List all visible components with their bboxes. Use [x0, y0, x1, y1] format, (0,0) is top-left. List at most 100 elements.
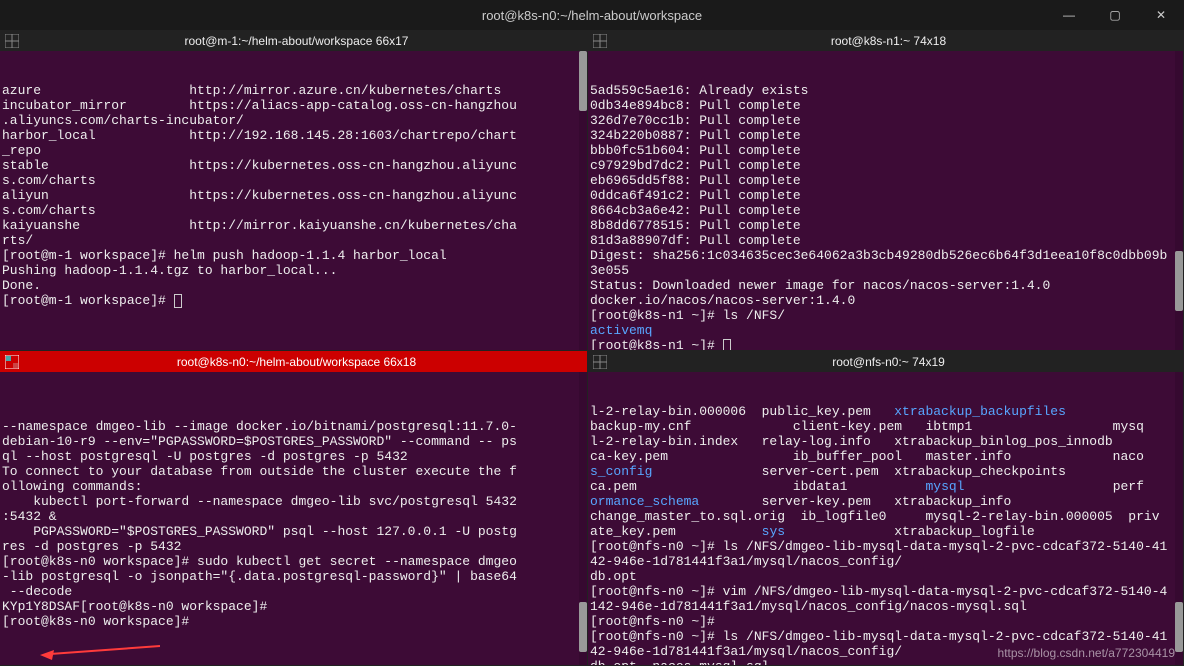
tab-title: root@k8s-n1:~ 74x18 — [614, 34, 1183, 48]
terminal-line: 324b220b0887: Pull complete — [590, 128, 1181, 143]
terminal-line: 8664cb3a6e42: Pull complete — [590, 203, 1181, 218]
terminal-line: PGPASSWORD="$POSTGRES_PASSWORD" psql --h… — [2, 524, 585, 539]
terminal-line: 5ad559c5ae16: Already exists — [590, 83, 1181, 98]
scrollbar[interactable] — [579, 51, 587, 350]
terminal-line: s_config server-cert.pem xtrabackup_chec… — [590, 464, 1181, 479]
terminal-line: _repo — [2, 143, 585, 158]
terminal-line: Pushing hadoop-1.1.4.tgz to harbor_local… — [2, 263, 585, 278]
terminal-line: 0ddca6f491c2: Pull complete — [590, 188, 1181, 203]
watermark: https://blog.csdn.net/a772304419 — [998, 646, 1175, 661]
terminal-line: ate_key.pem sys xtrabackup_logfile — [590, 524, 1181, 539]
cursor — [723, 339, 731, 350]
terminal-line: kaiyuanshe http://mirror.kaiyuanshe.cn/k… — [2, 218, 585, 233]
terminal-line: :5432 & — [2, 509, 585, 524]
terminal-line: ca-key.pem ib_buffer_pool master.info na… — [590, 449, 1181, 464]
terminal-line: l-2-relay-bin.index relay-log.info xtrab… — [590, 434, 1181, 449]
terminal-bottom-left[interactable]: --namespace dmgeo-lib --image docker.io/… — [0, 372, 587, 665]
pane-split-icon — [590, 352, 610, 372]
pane-grid: root@m-1:~/helm-about/workspace 66x17 az… — [0, 30, 1184, 666]
terminal-line: aliyun https://kubernetes.oss-cn-hangzho… — [2, 188, 585, 203]
annotation-arrow — [40, 644, 160, 660]
terminal-line: azure http://mirror.azure.cn/kubernetes/… — [2, 83, 585, 98]
terminal-line: 3e055 — [590, 263, 1181, 278]
scrollbar[interactable] — [579, 372, 587, 665]
pane-split-icon — [2, 31, 22, 51]
terminal-line: --decode — [2, 584, 585, 599]
terminal-line: [root@k8s-n0 workspace]# — [2, 614, 585, 629]
terminal-line: bbb0fc51b604: Pull complete — [590, 143, 1181, 158]
tab-title: root@k8s-n0:~/helm-about/workspace 66x18 — [26, 355, 587, 369]
terminal-line: kubectl port-forward --namespace dmgeo-l… — [2, 494, 585, 509]
terminal-line: debian-10-r9 --env="PGPASSWORD=$POSTGRES… — [2, 434, 585, 449]
terminal-top-left[interactable]: azure http://mirror.azure.cn/kubernetes/… — [0, 51, 587, 350]
terminal-line: [root@m-1 workspace]# — [2, 293, 585, 308]
terminal-line: [root@nfs-n0 ~]# — [590, 614, 1181, 629]
terminal-line: To connect to your database from outside… — [2, 464, 585, 479]
scroll-thumb[interactable] — [1175, 602, 1183, 652]
tab-bottom-left[interactable]: root@k8s-n0:~/helm-about/workspace 66x18 — [0, 351, 587, 372]
terminal-line: KYp1Y8DSAF[root@k8s-n0 workspace]# — [2, 599, 585, 614]
terminal-line: 8b8dd6778515: Pull complete — [590, 218, 1181, 233]
terminal-line: ormance_schema server-key.pem xtrabackup… — [590, 494, 1181, 509]
terminal-line: [root@k8s-n1 ~]# ls /NFS/ — [590, 308, 1181, 323]
terminal-line: activemq — [590, 323, 1181, 338]
terminal-line: l-2-relay-bin.000006 public_key.pem xtra… — [590, 404, 1181, 419]
terminal-line: docker.io/nacos/nacos-server:1.4.0 — [590, 293, 1181, 308]
terminal-line: s.com/charts — [2, 203, 585, 218]
scroll-thumb[interactable] — [579, 602, 587, 652]
terminal-line: [root@k8s-n0 workspace]# sudo kubectl ge… — [2, 554, 585, 569]
terminal-line: c97929bd7dc2: Pull complete — [590, 158, 1181, 173]
pane-split-icon — [590, 31, 610, 51]
terminal-line: Digest: sha256:1c034635cec3e64062a3b3cb4… — [590, 248, 1181, 263]
terminal-line: incubator_mirror https://aliacs-app-cata… — [2, 98, 585, 113]
terminal-line: harbor_local http://192.168.145.28:1603/… — [2, 128, 585, 143]
terminal-line: Done. — [2, 278, 585, 293]
pane-bottom-right: root@nfs-n0:~ 74x19 l-2-relay-bin.000006… — [588, 351, 1184, 666]
window-title: root@k8s-n0:~/helm-about/workspace — [482, 8, 702, 23]
pane-top-right: root@k8s-n1:~ 74x18 5ad559c5ae16: Alread… — [588, 30, 1184, 351]
terminal-line: res -d postgres -p 5432 — [2, 539, 585, 554]
terminal-line: 81d3a88907df: Pull complete — [590, 233, 1181, 248]
cursor — [174, 294, 182, 308]
terminal-line: 0db34e894bc8: Pull complete — [590, 98, 1181, 113]
tab-top-left[interactable]: root@m-1:~/helm-about/workspace 66x17 — [0, 30, 587, 51]
terminal-line: [root@k8s-n1 ~]# — [590, 338, 1181, 350]
pane-top-left: root@m-1:~/helm-about/workspace 66x17 az… — [0, 30, 588, 351]
terminal-line: backup-my.cnf client-key.pem ibtmp1 mysq — [590, 419, 1181, 434]
terminal-line: db.opt — [590, 569, 1181, 584]
terminal-line: change_master_to.sql.orig ib_logfile0 my… — [590, 509, 1181, 524]
terminal-line: 42-946e-1d781441f3a1/mysql/nacos_config/ — [590, 554, 1181, 569]
tab-title: root@nfs-n0:~ 74x19 — [614, 355, 1183, 369]
terminal-line: 326d7e70cc1b: Pull complete — [590, 113, 1181, 128]
terminal-line: Status: Downloaded newer image for nacos… — [590, 278, 1181, 293]
window-buttons: — ▢ ✕ — [1046, 0, 1184, 30]
tab-top-right[interactable]: root@k8s-n1:~ 74x18 — [588, 30, 1183, 51]
scroll-thumb[interactable] — [579, 51, 587, 111]
terminal-bottom-right[interactable]: l-2-relay-bin.000006 public_key.pem xtra… — [588, 372, 1183, 665]
close-button[interactable]: ✕ — [1138, 0, 1184, 30]
terminal-line: [root@nfs-n0 ~]# ls /NFS/dmgeo-lib-mysql… — [590, 539, 1181, 554]
scrollbar[interactable] — [1175, 51, 1183, 350]
tab-title: root@m-1:~/helm-about/workspace 66x17 — [26, 34, 587, 48]
terminal-line: ollowing commands: — [2, 479, 585, 494]
terminal-line: [root@m-1 workspace]# helm push hadoop-1… — [2, 248, 585, 263]
terminal-line: s.com/charts — [2, 173, 585, 188]
scrollbar[interactable] — [1175, 372, 1183, 665]
terminal-line: rts/ — [2, 233, 585, 248]
terminal-top-right[interactable]: 5ad559c5ae16: Already exists0db34e894bc8… — [588, 51, 1183, 350]
terminal-line: ca.pem ibdata1 mysql perf — [590, 479, 1181, 494]
terminal-line: --namespace dmgeo-lib --image docker.io/… — [2, 419, 585, 434]
terminal-line: 142-946e-1d781441f3a1/mysql/nacos_config… — [590, 599, 1181, 614]
scroll-thumb[interactable] — [1175, 251, 1183, 311]
minimize-button[interactable]: — — [1046, 0, 1092, 30]
terminal-line: -lib postgresql -o jsonpath="{.data.post… — [2, 569, 585, 584]
terminal-line: [root@nfs-n0 ~]# vim /NFS/dmgeo-lib-mysq… — [590, 584, 1181, 599]
terminal-line: [root@nfs-n0 ~]# ls /NFS/dmgeo-lib-mysql… — [590, 629, 1181, 644]
terminal-line: eb6965dd5f88: Pull complete — [590, 173, 1181, 188]
terminal-line: .aliyuncs.com/charts-incubator/ — [2, 113, 585, 128]
terminal-line: stable https://kubernetes.oss-cn-hangzho… — [2, 158, 585, 173]
tab-bottom-right[interactable]: root@nfs-n0:~ 74x19 — [588, 351, 1183, 372]
maximize-button[interactable]: ▢ — [1092, 0, 1138, 30]
pane-split-icon — [2, 352, 22, 372]
window-titlebar: root@k8s-n0:~/helm-about/workspace — ▢ ✕ — [0, 0, 1184, 30]
